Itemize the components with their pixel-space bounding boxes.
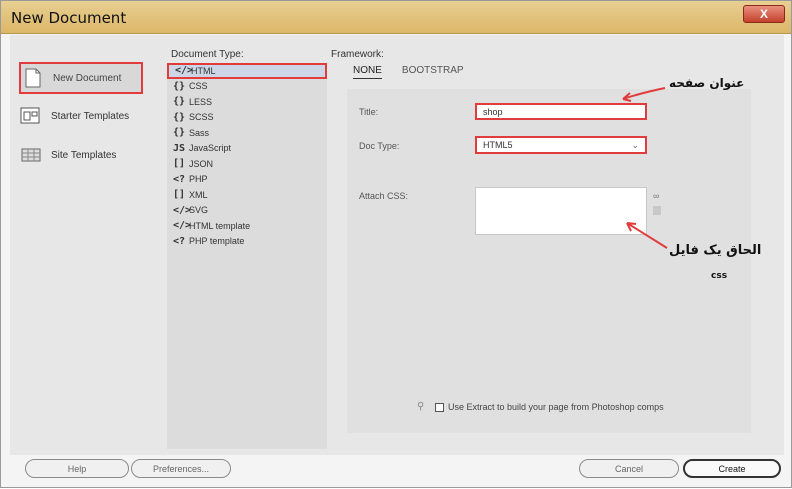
- php-icon: <?: [173, 173, 186, 185]
- doc-type-item-php[interactable]: <? PHP: [167, 172, 327, 188]
- nav-item-label: Site Templates: [51, 149, 117, 161]
- doc-type-select-value: HTML5: [483, 140, 513, 150]
- less-icon: {}: [173, 96, 186, 108]
- doc-type-item-html[interactable]: </> HTML: [167, 63, 327, 79]
- doc-type-label: SCSS: [189, 112, 214, 123]
- sass-icon: {}: [173, 127, 186, 139]
- site-templates-icon: [19, 144, 43, 166]
- document-type-label: Document Type:: [171, 49, 244, 60]
- doc-type-item-css[interactable]: {} CSS: [167, 79, 327, 95]
- framework-label: Framework:: [331, 49, 384, 60]
- starter-templates-icon: [19, 105, 43, 127]
- doc-type-item-svg[interactable]: </> SVG: [167, 203, 327, 219]
- preferences-button[interactable]: Preferences...: [131, 459, 231, 478]
- doc-type-label: HTML: [191, 65, 216, 76]
- attach-file-annotation: الحاق یک فایل: [669, 243, 762, 258]
- photoshop-extract-icon: ⚲: [417, 401, 425, 412]
- extract-checkbox[interactable]: [435, 402, 444, 412]
- title-field-label: Title:: [359, 107, 379, 117]
- doc-type-label: Sass: [189, 127, 210, 138]
- nav-item-new-document[interactable]: New Document: [19, 62, 143, 94]
- cancel-button[interactable]: Cancel: [579, 459, 679, 478]
- css-icon: {}: [173, 80, 186, 92]
- doc-type-select[interactable]: HTML5 ⌄: [475, 136, 647, 154]
- document-type-list: </> HTML {} CSS {} LESS {} SCSS {} Sass JS Jav…: [167, 63, 327, 449]
- svg-icon: </>: [173, 204, 192, 216]
- nav-item-starter-templates[interactable]: Starter Templates: [19, 100, 143, 132]
- document-icon: [21, 67, 45, 89]
- doc-type-label: HTML template: [189, 220, 251, 231]
- nav-item-site-templates[interactable]: Site Templates: [19, 139, 143, 171]
- php-template-icon: <?: [173, 235, 186, 247]
- doc-type-label: CSS: [189, 81, 208, 92]
- page-title-annotation: عنوان صفحه: [669, 76, 745, 90]
- doc-type-label: PHP template: [189, 236, 245, 247]
- html-icon: </>: [175, 65, 194, 77]
- json-icon: []: [173, 158, 186, 170]
- doc-type-item-sass[interactable]: {} Sass: [167, 125, 327, 141]
- javascript-icon: JS: [173, 142, 186, 154]
- doc-type-label: XML: [189, 189, 208, 200]
- attach-css-field[interactable]: [475, 187, 647, 235]
- window-title: New Document: [11, 9, 127, 27]
- close-button[interactable]: X: [743, 5, 785, 23]
- doc-type-item-json[interactable]: [] JSON: [167, 156, 327, 172]
- css-annotation: css: [711, 271, 728, 281]
- nav-item-label: New Document: [53, 72, 122, 84]
- title-input-value: shop: [483, 106, 503, 117]
- tab-none[interactable]: NONE: [353, 65, 382, 79]
- doc-type-item-xml[interactable]: [] XML: [167, 187, 327, 203]
- help-button[interactable]: Help: [25, 459, 129, 478]
- doc-type-label: LESS: [189, 96, 213, 107]
- link-icon[interactable]: ∞: [653, 191, 659, 201]
- html-template-icon: </>: [173, 220, 192, 232]
- extract-option-label: Use Extract to build your page from Phot…: [448, 402, 664, 412]
- nav-item-label: Starter Templates: [51, 110, 130, 122]
- doc-type-label: JSON: [189, 158, 214, 169]
- trash-icon[interactable]: [653, 206, 661, 215]
- title-bar: New Document X: [1, 1, 791, 34]
- doc-type-item-php-template[interactable]: <? PHP template: [167, 234, 327, 250]
- doc-type-label: JavaScript: [189, 143, 232, 154]
- framework-tabs: NONE BOOTSTRAP: [353, 65, 464, 79]
- xml-icon: []: [173, 189, 186, 201]
- doc-type-label: PHP: [189, 174, 208, 185]
- doc-type-label: SVG: [189, 205, 209, 216]
- title-input[interactable]: shop: [475, 103, 647, 120]
- scss-icon: {}: [173, 111, 186, 123]
- doc-type-item-scss[interactable]: {} SCSS: [167, 110, 327, 126]
- create-button[interactable]: Create: [683, 459, 781, 478]
- extract-option-row: ⚲ Use Extract to build your page from Ph…: [417, 401, 664, 413]
- new-document-dialog: New Document X New Document Starter Temp…: [0, 0, 792, 488]
- tab-bootstrap[interactable]: BOOTSTRAP: [402, 65, 464, 79]
- doc-type-item-javascript[interactable]: JS JavaScript: [167, 141, 327, 157]
- doc-type-item-html-template[interactable]: </> HTML template: [167, 218, 327, 234]
- doc-type-field-label: Doc Type:: [359, 141, 400, 151]
- doc-type-item-less[interactable]: {} LESS: [167, 94, 327, 110]
- chevron-down-icon: ⌄: [631, 140, 639, 150]
- attach-css-label: Attach CSS:: [359, 191, 409, 201]
